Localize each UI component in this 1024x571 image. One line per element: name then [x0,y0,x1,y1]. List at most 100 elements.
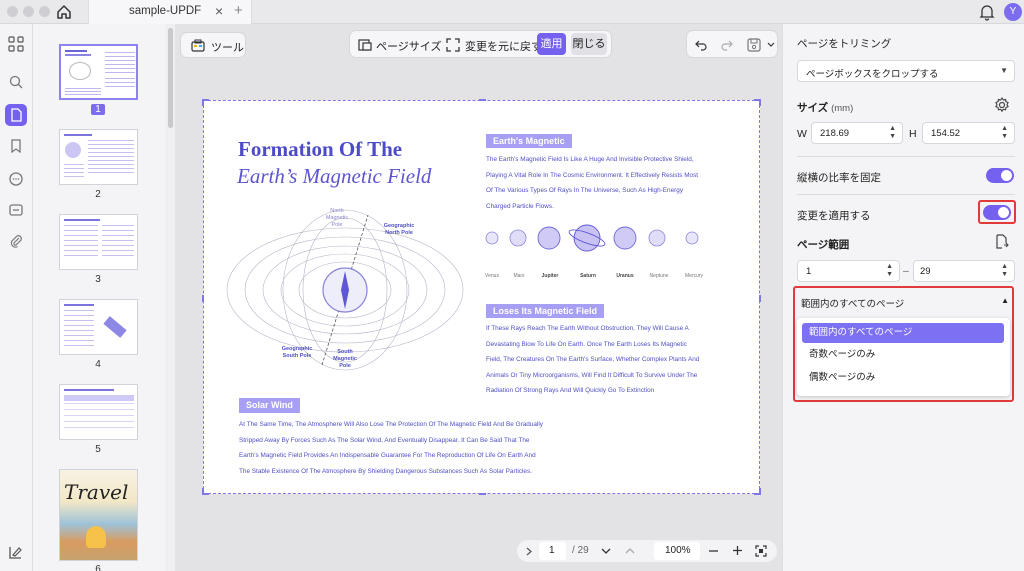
crop-handle[interactable] [479,99,486,101]
thumbnail-page-6[interactable]: Travel [59,469,138,561]
nav-collapse-chevron-icon[interactable] [526,547,532,556]
thumbnail-label-3: 3 [95,274,101,285]
stepper-icon[interactable]: ▲ ▼ [886,263,893,279]
aspect-ratio-toggle[interactable] [986,168,1014,183]
section1-line: Playing A Vital Role In The Cosmic Envir… [486,171,699,179]
range-to-input[interactable]: 29 ▲ ▼ [913,260,1015,282]
save-icon[interactable] [747,38,761,52]
thumbnail-label-6: 6 [95,564,101,571]
revert-button[interactable]: 変更を元に戻す [465,38,542,54]
window-zoom-button[interactable] [39,6,50,17]
crop-handle[interactable] [759,99,761,106]
tools-button[interactable]: ツール [180,32,246,58]
bell-icon[interactable] [979,3,995,21]
range-dash: – [903,265,909,277]
thumbnail-page-3[interactable] [59,214,138,270]
home-icon[interactable] [54,2,74,22]
tab-close-icon[interactable]: × [215,3,223,19]
section3-line: At The Same Time, The Atmosphere Will Al… [239,421,543,428]
size-unit: (mm) [831,103,854,114]
avatar[interactable]: Y [1004,3,1022,21]
apply-button[interactable]: 適用 [537,33,566,55]
previous-page-chevron-icon[interactable] [625,548,635,554]
next-page-chevron-icon[interactable] [601,548,611,554]
crop-handle[interactable] [202,295,204,302]
size-label-text: サイズ [797,102,829,114]
page-subset-select[interactable]: 範囲内のすべてのページ ▲ [797,292,1011,312]
caret-down-icon: ▼ [1000,66,1008,75]
grid-view-icon[interactable] [5,33,27,55]
pdf-page[interactable]: Formation Of The Earth’s Magnetic Field … [202,99,761,495]
width-input[interactable]: 218.69 ▲ ▼ [811,122,903,144]
page-organize-icon[interactable] [5,104,27,126]
planet-label: Saturn [580,273,596,279]
planet-label: Venus [485,273,499,279]
crop-handle[interactable] [759,488,761,495]
save-options-chevron-icon[interactable] [767,42,775,48]
search-icon[interactable] [5,71,27,93]
new-tab-icon[interactable]: + [234,2,243,19]
comment-icon[interactable] [5,168,27,190]
tools-label: ツール [211,42,244,54]
crop-handle[interactable] [202,488,204,495]
section-heading-earths-magnetic: Earth's Magnetic [486,134,572,148]
window-close-button[interactable] [7,6,18,17]
planets-illustration [485,224,699,252]
zoom-level-value: 100% [665,545,691,556]
thumbnail-page-2[interactable] [59,129,138,185]
menu-item-odd-pages[interactable]: 奇数ページのみ [802,345,1004,365]
scrollbar-thumb[interactable] [168,28,173,128]
zoom-level-field[interactable]: 100% [654,542,700,560]
doc-title-line1: Formation Of The [238,137,403,161]
crop-mode-select[interactable]: ページボックスをクロップする ▼ [797,60,1015,82]
stepper-icon[interactable]: ▲ ▼ [1001,125,1008,141]
range-from-input[interactable]: 1 ▲ ▼ [797,260,900,282]
section3-line: Earth's Magnetic Field Provides An Indis… [239,452,536,459]
layers-icon[interactable] [5,541,27,563]
crop-panel-title: ページをトリミング [797,38,892,50]
toggle-knob [998,207,1009,218]
redo-icon[interactable] [721,39,733,51]
menu-item-all-pages[interactable]: 範囲内のすべてのページ [802,323,1004,343]
page-range-icon[interactable] [995,234,1009,250]
section2-line: Field, The Creatures On The Earth's Surf… [486,356,700,363]
page-size-button[interactable]: ページサイズ [376,38,441,54]
thumbnail-page-1[interactable] [59,44,138,100]
thumbnail-page-5[interactable] [59,384,138,440]
revert-icon [446,38,460,52]
window-minimize-button[interactable] [23,6,34,17]
zoom-in-icon[interactable] [733,546,742,555]
attachment-icon[interactable] [5,230,27,252]
section-heading-solar-wind: Solar Wind [239,398,300,413]
stamp-icon[interactable] [5,199,27,221]
height-input[interactable]: 154.52 ▲ ▼ [922,122,1015,144]
stepper-icon[interactable]: ▲ ▼ [1001,263,1008,279]
crop-handle[interactable] [202,99,204,106]
section1-paragraph: The Earth's Magnetic Field Is Like A Hug… [486,152,746,214]
thumbnail-scrollbar[interactable] [167,24,175,571]
section2-line: Devastating Blow To Life On Earth. Once … [486,340,687,348]
gear-icon[interactable] [994,97,1010,113]
height-value: 154.52 [931,128,961,139]
planet-label: Neptune [649,273,669,279]
close-crop-button[interactable]: 閉じる [571,33,607,55]
divider [797,156,1015,157]
toggle-knob [1001,170,1012,181]
menu-item-even-pages[interactable]: 偶数ページのみ [802,368,1004,388]
thumbnail-page-4[interactable] [59,299,138,355]
section3-line: The Stable Existence Of The Atmosphere B… [239,467,532,475]
section1-line: Charged Particle Flows. [486,202,554,210]
fit-page-icon[interactable] [755,545,767,557]
planet-label: Uranus [616,273,634,279]
bookmark-icon[interactable] [5,135,27,157]
undo-icon[interactable] [695,39,707,51]
stepper-icon[interactable]: ▲ ▼ [889,125,896,141]
section1-line: The Earth's Magnetic Field Is Like A Hug… [486,156,694,163]
crop-handle[interactable] [759,295,761,302]
crop-handle[interactable] [479,493,486,495]
section2-line: Animals Or Tiny Microorganisms, Will Fin… [486,371,698,379]
page-number-input[interactable]: 1 [539,542,566,560]
document-tab[interactable]: sample-UPDF × [88,0,252,24]
zoom-out-icon[interactable] [709,550,718,552]
apply-changes-toggle[interactable] [983,205,1011,220]
